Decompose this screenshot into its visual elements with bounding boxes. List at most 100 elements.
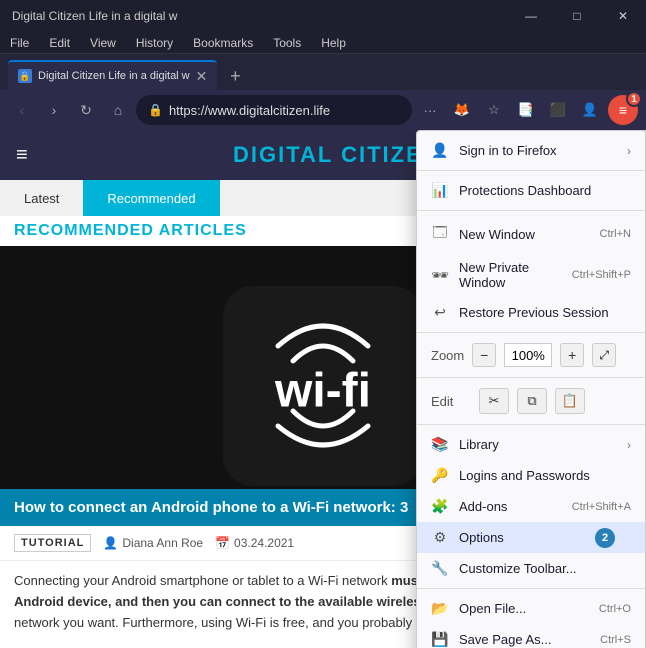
address-text: https://www.digitalcitizen.life xyxy=(169,103,400,118)
tab-favicon: 🔒 xyxy=(18,69,32,83)
zoom-minus-button[interactable]: − xyxy=(472,343,496,367)
restore-label: Restore Previous Session xyxy=(459,305,631,320)
customize-label: Customize Toolbar... xyxy=(459,561,631,576)
site-nav-recommended[interactable]: Recommended xyxy=(83,180,219,216)
menu-section-edit: Edit ✂ ⧉ 📋 xyxy=(417,378,645,425)
zoom-value: 100% xyxy=(504,343,552,367)
hamburger-menu-button[interactable]: ≡ 1 xyxy=(608,95,638,125)
menu-item-options[interactable]: ⚙ Options 2 xyxy=(417,522,645,553)
menu-edit[interactable]: Edit xyxy=(45,34,74,52)
menu-item-restore-session[interactable]: ↩ Restore Previous Session xyxy=(417,297,645,328)
menu-item-logins[interactable]: 🔑 Logins and Passwords xyxy=(417,460,645,491)
menu-item-save-page[interactable]: 💾 Save Page As... Ctrl+S xyxy=(417,624,645,648)
maximize-button[interactable]: □ xyxy=(554,0,600,32)
private-window-label: New Private Window xyxy=(459,260,562,290)
forward-button[interactable]: › xyxy=(40,96,68,124)
menu-bookmarks[interactable]: Bookmarks xyxy=(189,34,257,52)
active-tab[interactable]: 🔒 Digital Citizen Life in a digital w ✕ xyxy=(8,60,217,90)
reload-button[interactable]: ↻ xyxy=(72,96,100,124)
container-button[interactable]: ⬛ xyxy=(544,96,572,124)
paste-button[interactable]: 📋 xyxy=(555,388,585,414)
date-icon: 📅 xyxy=(215,536,230,550)
author-name: Diana Ann Roe xyxy=(122,536,203,550)
menu-item-addons[interactable]: 🧩 Add-ons Ctrl+Shift+A xyxy=(417,491,645,522)
new-window-label: New Window xyxy=(459,227,590,242)
edit-row: Edit ✂ ⧉ 📋 xyxy=(417,382,645,420)
zoom-plus-button[interactable]: + xyxy=(560,343,584,367)
author-info: 👤 Diana Ann Roe xyxy=(103,536,203,550)
addons-shortcut: Ctrl+Shift+A xyxy=(572,501,631,513)
signin-label: Sign in to Firefox xyxy=(459,143,617,158)
category-badge: TUTORIAL xyxy=(14,534,91,552)
protections-icon: 📊 xyxy=(431,182,449,199)
customize-icon: 🔧 xyxy=(431,560,449,577)
options-badge: 2 xyxy=(595,528,615,548)
signin-icon: 👤 xyxy=(431,142,449,159)
open-file-label: Open File... xyxy=(459,601,589,616)
menu-file[interactable]: File xyxy=(6,34,33,52)
menu-section-library: 📚 Library › 🔑 Logins and Passwords 🧩 Add… xyxy=(417,425,645,589)
nav-right-icons: ··· 🦊 ☆ 📑 ⬛ 👤 ≡ 1 xyxy=(416,95,638,125)
protections-label: Protections Dashboard xyxy=(459,183,631,198)
minimize-button[interactable]: — xyxy=(508,0,554,32)
save-page-label: Save Page As... xyxy=(459,632,590,647)
back-button[interactable]: ‹ xyxy=(8,96,36,124)
title-bar-text: Digital Citizen Life in a digital w xyxy=(8,9,177,23)
menu-item-library[interactable]: 📚 Library › xyxy=(417,429,645,460)
tab-bar: 🔒 Digital Citizen Life in a digital w ✕ … xyxy=(0,54,646,90)
menu-section-signin: 👤 Sign in to Firefox › xyxy=(417,131,645,171)
menu-tools[interactable]: Tools xyxy=(269,34,305,52)
site-nav-latest[interactable]: Latest xyxy=(0,180,83,216)
zoom-expand-button[interactable]: ⤢ xyxy=(592,343,616,367)
addons-icon: 🧩 xyxy=(431,498,449,515)
more-button[interactable]: ··· xyxy=(416,96,444,124)
menu-item-customize[interactable]: 🔧 Customize Toolbar... xyxy=(417,553,645,584)
library-icon: 📚 xyxy=(431,436,449,453)
tab-close-button[interactable]: ✕ xyxy=(196,69,208,83)
article-body-text1: Connecting your Android smartphone or ta… xyxy=(14,573,388,588)
zoom-row: Zoom − 100% + ⤢ xyxy=(417,337,645,373)
menu-history[interactable]: History xyxy=(132,34,177,52)
menu-help[interactable]: Help xyxy=(317,34,350,52)
library-arrow: › xyxy=(627,438,631,452)
menu-item-private-window[interactable]: 🕶 New Private Window Ctrl+Shift+P xyxy=(417,253,645,297)
menu-section-windows: 🗔 New Window Ctrl+N 🕶 New Private Window… xyxy=(417,211,645,333)
lock-icon: 🔒 xyxy=(148,103,163,117)
open-file-shortcut: Ctrl+O xyxy=(599,603,631,615)
logins-icon: 🔑 xyxy=(431,467,449,484)
account-button[interactable]: 👤 xyxy=(576,96,604,124)
new-tab-button[interactable]: + xyxy=(221,62,249,90)
tab-title: Digital Citizen Life in a digital w xyxy=(38,70,190,82)
menu-item-protections[interactable]: 📊 Protections Dashboard xyxy=(417,175,645,206)
menu-item-new-window[interactable]: 🗔 New Window Ctrl+N xyxy=(417,215,645,253)
logins-label: Logins and Passwords xyxy=(459,468,631,483)
edit-label: Edit xyxy=(431,394,471,409)
restore-icon: ↩ xyxy=(431,304,449,321)
addons-label: Add-ons xyxy=(459,499,562,514)
menu-bar: File Edit View History Bookmarks Tools H… xyxy=(0,32,646,54)
private-window-shortcut: Ctrl+Shift+P xyxy=(572,269,631,281)
menu-section-zoom: Zoom − 100% + ⤢ xyxy=(417,333,645,378)
nav-bar: ‹ › ↻ ⌂ 🔒 https://www.digitalcitizen.lif… xyxy=(0,90,646,130)
site-logo-text: DIGITAL CITIZEN xyxy=(233,142,441,167)
new-window-shortcut: Ctrl+N xyxy=(600,228,631,240)
menu-view[interactable]: View xyxy=(86,34,120,52)
bookmark-button[interactable]: ☆ xyxy=(480,96,508,124)
hamburger-icon: ≡ xyxy=(619,102,627,118)
cut-button[interactable]: ✂ xyxy=(479,388,509,414)
options-icon: ⚙ xyxy=(431,529,449,546)
menu-section-file: 📂 Open File... Ctrl+O 💾 Save Page As... … xyxy=(417,589,645,648)
new-window-icon: 🗔 xyxy=(431,222,449,246)
copy-button[interactable]: ⧉ xyxy=(517,388,547,414)
pocket-button[interactable]: 🦊 xyxy=(448,96,476,124)
address-bar[interactable]: 🔒 https://www.digitalcitizen.life xyxy=(136,95,412,125)
close-button[interactable]: ✕ xyxy=(600,0,646,32)
site-hamburger-icon[interactable]: ≡ xyxy=(16,144,28,167)
page-content: ≡ DIGITAL CITIZEN Latest Recommended REC… xyxy=(0,130,646,648)
menu-item-signin[interactable]: 👤 Sign in to Firefox › xyxy=(417,135,645,166)
date-text: 03.24.2021 xyxy=(234,536,294,550)
menu-item-open-file[interactable]: 📂 Open File... Ctrl+O xyxy=(417,593,645,624)
home-button[interactable]: ⌂ xyxy=(104,96,132,124)
library-label: Library xyxy=(459,437,617,452)
synced-tabs-button[interactable]: 📑 xyxy=(512,96,540,124)
